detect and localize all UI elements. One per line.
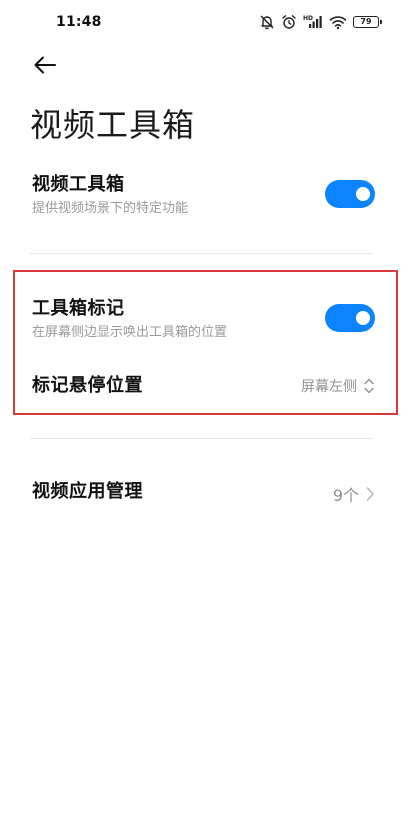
marker-position-value: 屏幕左侧 bbox=[301, 379, 357, 395]
up-down-chevron-icon bbox=[364, 378, 374, 394]
divider bbox=[30, 438, 373, 439]
alarm-off-icon bbox=[260, 15, 274, 30]
toolbox-marker-setting[interactable]: 工具箱标记 在屏幕侧边显示唤出工具箱的位置 bbox=[32, 298, 375, 348]
video-toolbox-title: 视频工具箱 bbox=[32, 174, 125, 195]
toggle-knob bbox=[356, 187, 370, 201]
divider bbox=[30, 253, 373, 254]
battery-level: 79 bbox=[360, 17, 372, 26]
video-app-management-title: 视频应用管理 bbox=[32, 481, 143, 502]
hd-signal-icon: HD bbox=[303, 15, 322, 28]
battery-icon: 79 bbox=[353, 16, 382, 28]
video-toolbox-subtitle: 提供视频场景下的特定功能 bbox=[32, 201, 189, 216]
video-app-count: 9个 bbox=[332, 486, 359, 505]
marker-position-setting[interactable]: 标记悬停位置 屏幕左侧 bbox=[32, 375, 375, 399]
status-icons: HD 79 bbox=[259, 12, 382, 32]
toolbox-marker-subtitle: 在屏幕侧边显示唤出工具箱的位置 bbox=[32, 325, 228, 340]
video-toolbox-toggle[interactable] bbox=[325, 180, 375, 208]
video-app-management-link[interactable]: 9个 bbox=[333, 482, 375, 506]
hd-label: HD bbox=[303, 15, 313, 22]
toggle-knob bbox=[356, 311, 370, 325]
alarm-clock-icon bbox=[282, 15, 296, 29]
back-button[interactable] bbox=[32, 52, 58, 78]
video-toolbox-setting[interactable]: 视频工具箱 提供视频场景下的特定功能 bbox=[32, 174, 375, 224]
wifi-icon bbox=[329, 16, 347, 30]
chevron-right-icon bbox=[366, 487, 374, 501]
toolbox-marker-toggle[interactable] bbox=[325, 304, 375, 332]
video-app-management-setting[interactable]: 视频应用管理 9个 bbox=[32, 481, 375, 507]
marker-position-selector[interactable]: 屏幕左侧 bbox=[301, 376, 375, 396]
status-time: 11:48 bbox=[56, 14, 102, 30]
page-title: 视频工具箱 bbox=[30, 106, 196, 144]
arrow-left-icon bbox=[34, 56, 56, 74]
status-bar: 11:48 HD 79 bbox=[0, 0, 409, 44]
toolbox-marker-title: 工具箱标记 bbox=[32, 298, 125, 319]
